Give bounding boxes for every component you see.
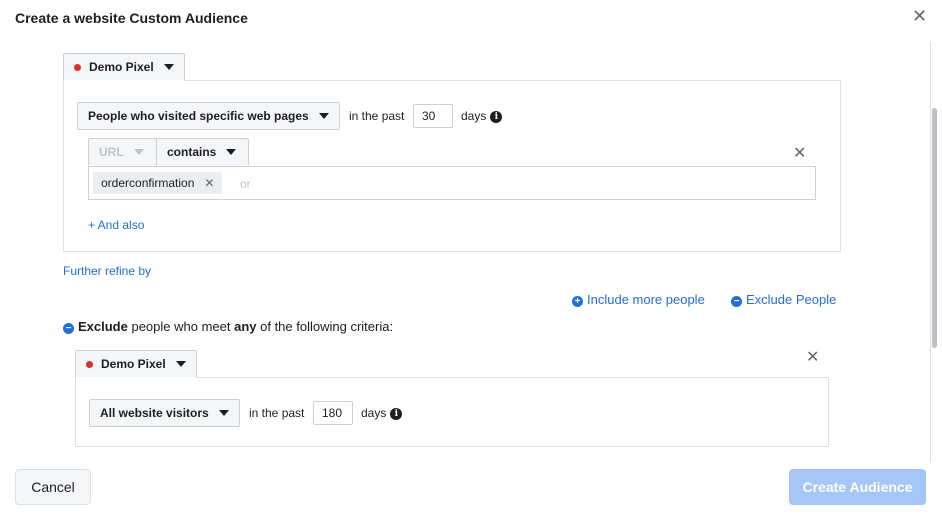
url-token-label: orderconfirmation [101, 176, 195, 190]
include-more-link[interactable]: + Include more people [572, 292, 705, 307]
exclude-heading-mid: people who meet [127, 319, 235, 334]
cancel-button[interactable]: Cancel [15, 469, 91, 505]
rule-type-label: People who visited specific web pages [88, 109, 309, 123]
url-dropdown[interactable]: URL [88, 138, 157, 166]
remove-token-icon[interactable]: ✕ [204, 176, 214, 190]
exclude-people-link[interactable]: − Exclude People [731, 292, 836, 307]
url-dropdown-label: URL [99, 145, 124, 159]
pixel-dropdown-label: Demo Pixel [89, 60, 154, 74]
exclude-in-the-past-label: in the past [249, 406, 305, 420]
exclude-rule-dropdown[interactable]: All website visitors [89, 399, 240, 427]
scrollbar-thumb[interactable] [932, 108, 937, 348]
contains-dropdown[interactable]: contains [156, 138, 249, 166]
exclude-heading-bold: Exclude [78, 319, 128, 334]
pixel-dropdown[interactable]: Demo Pixel [63, 53, 185, 81]
exclude-days-label: days [361, 406, 387, 420]
days-input[interactable]: 30 [413, 104, 453, 128]
rule-type-dropdown[interactable]: People who visited specific web pages [77, 102, 340, 130]
days-label: days [461, 109, 487, 123]
minus-circle-icon: − [731, 296, 742, 307]
close-icon[interactable]: ✕ [912, 6, 927, 26]
days-label-wrap: days i [461, 108, 503, 124]
caret-down-icon [218, 410, 229, 416]
exclude-people-label: Exclude People [746, 292, 837, 307]
exclude-heading: − Exclude people who meet any of the foll… [63, 319, 393, 335]
plus-circle-icon: + [572, 296, 583, 307]
caret-down-icon [318, 113, 329, 119]
remove-rule-icon[interactable]: ✕ [793, 146, 806, 162]
remove-exclude-icon[interactable]: ✕ [806, 350, 819, 366]
exclude-days-input[interactable]: 180 [313, 401, 353, 425]
exclude-heading-end: of the following criteria: [256, 319, 394, 334]
info-icon[interactable]: i [490, 111, 503, 123]
or-placeholder: or [240, 177, 251, 191]
in-the-past-label: in the past [349, 109, 405, 123]
caret-down-icon [226, 149, 237, 155]
and-also-link[interactable]: + And also [88, 218, 144, 232]
caret-down-icon [133, 149, 144, 155]
dialog-title: Create a website Custom Audience [15, 10, 248, 26]
exclude-pixel-dropdown[interactable]: Demo Pixel [75, 350, 197, 378]
exclude-rule-label: All website visitors [100, 406, 209, 420]
pixel-status-dot [74, 63, 81, 71]
exclude-heading-any: any [234, 319, 257, 334]
contains-dropdown-label: contains [167, 145, 217, 159]
minus-circle-icon[interactable]: − [63, 323, 74, 334]
exclude-days-label-wrap: days i [361, 405, 403, 421]
pixel-status-dot [86, 360, 93, 368]
url-token: orderconfirmation ✕ [93, 172, 223, 194]
info-icon[interactable]: i [390, 408, 403, 420]
include-more-label: Include more people [587, 292, 705, 307]
create-audience-button[interactable]: Create Audience [789, 469, 926, 505]
exclude-pixel-label: Demo Pixel [101, 357, 166, 371]
further-refine-link[interactable]: Further refine by [63, 264, 151, 278]
caret-down-icon [175, 361, 186, 367]
caret-down-icon [163, 64, 174, 70]
